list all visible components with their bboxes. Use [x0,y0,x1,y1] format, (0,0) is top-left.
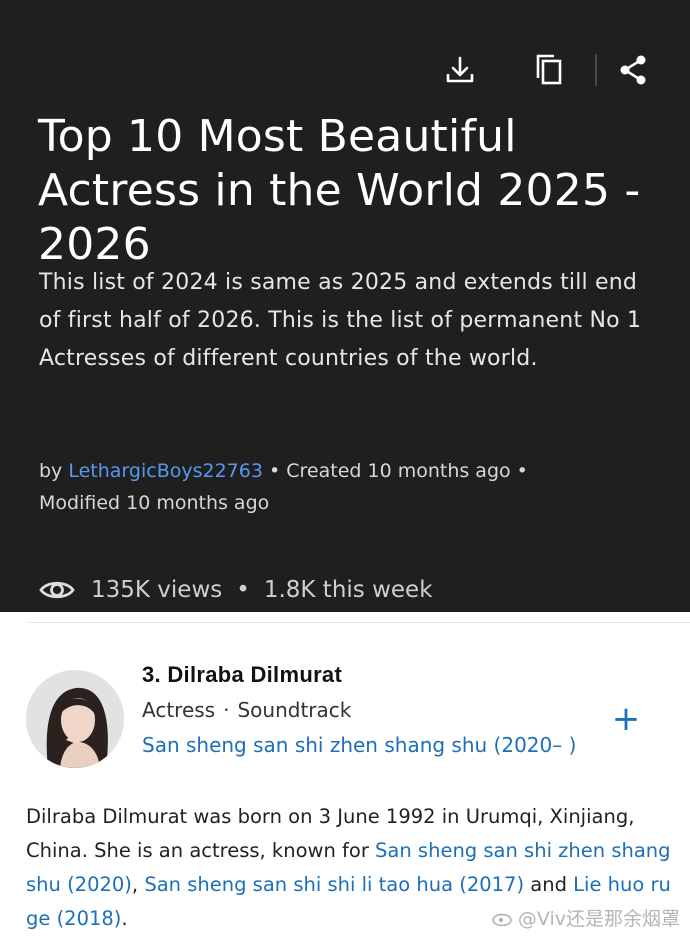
copy-icon [536,54,562,85]
bio-end: . [121,907,128,930]
bio-and: and [530,873,567,896]
created-text: • Created 10 months ago • [269,460,528,482]
list-header: Top 10 Most Beautiful Actress in the Wor… [0,0,690,612]
bio-link-2[interactable]: San sheng san shi shi li tao hua (2017) [144,873,524,896]
share-icon [620,55,646,85]
weibo-logo-icon [492,913,512,926]
download-icon [446,56,474,83]
plus-icon: + [611,699,641,739]
share-button[interactable] [611,48,655,92]
role-actress: Actress [142,698,216,722]
toolbar-divider [595,54,597,86]
list-meta: by LethargicBoys22763 • Created 10 month… [39,455,659,519]
stats-separator: • [236,577,250,603]
watermark-text: @Viv还是那余烟罩 [517,908,680,930]
toolbar [0,48,690,92]
avatar[interactable] [26,670,124,768]
views-count: 135K views [91,577,223,603]
portrait-image [26,670,124,768]
add-to-watchlist-button[interactable]: + [608,702,644,738]
list-description: This list of 2024 is same as 2025 and ex… [39,270,642,371]
copy-button[interactable] [527,48,571,92]
role-soundtrack: Soundtrack [237,698,352,722]
by-label: by [39,460,63,482]
download-button[interactable] [438,48,482,92]
eye-icon [39,578,75,602]
view-stats: 135K views • 1.8K this week [39,572,433,608]
section-divider [28,622,690,623]
watermark: @Viv还是那余烟罩 [492,904,680,931]
item-title[interactable]: 3. Dilraba Dilmurat [142,662,342,688]
author-link[interactable]: LethargicBoys22763 [68,460,263,482]
bio-comma: , [131,873,139,896]
modified-text: Modified 10 months ago [39,492,270,514]
role-separator: · [223,698,230,722]
weekly-views: 1.8K this week [263,577,433,603]
list-title: Top 10 Most Beautiful Actress in the Wor… [38,111,641,270]
known-for-link[interactable]: San sheng san shi zhen shang shu (2020– … [142,730,582,760]
item-roles: Actress · Soundtrack [142,698,351,722]
